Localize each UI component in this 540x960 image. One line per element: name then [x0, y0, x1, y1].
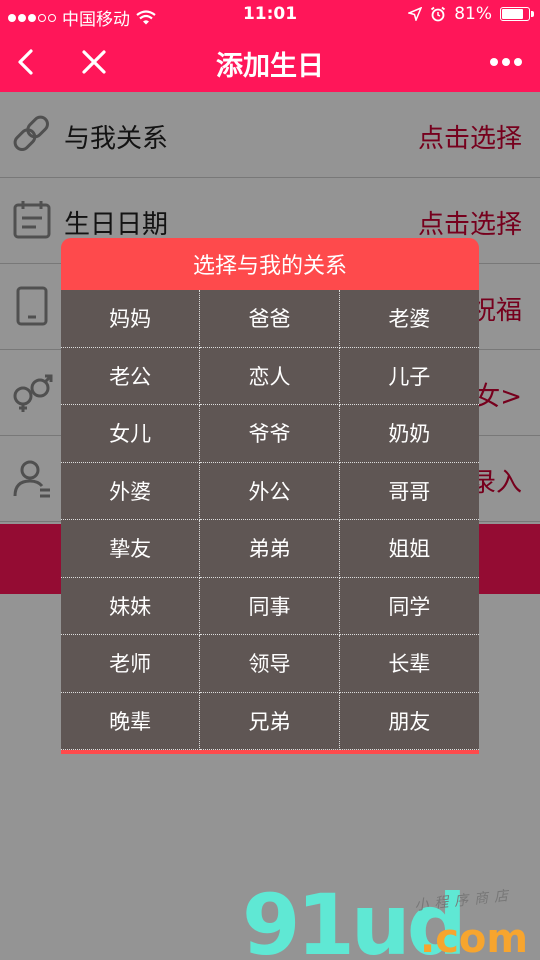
picker-option[interactable]: 兄弟: [200, 692, 340, 750]
battery-level: [502, 9, 523, 19]
picker-option[interactable]: 外婆: [61, 462, 201, 520]
picker-option[interactable]: 恋人: [200, 347, 340, 405]
watermark-logo: 91ud .com 小程序商店: [242, 880, 528, 960]
picker-option[interactable]: 奶奶: [339, 405, 479, 463]
battery-percent: 81%: [454, 4, 492, 24]
picker-option[interactable]: 同事: [200, 577, 340, 635]
picker-option[interactable]: 外公: [200, 462, 340, 520]
picker-option[interactable]: 晚辈: [61, 692, 201, 750]
picker-option[interactable]: 老公: [61, 347, 201, 405]
location-icon: [408, 7, 423, 21]
picker-option[interactable]: 长辈: [339, 635, 479, 693]
battery-icon: [500, 7, 534, 21]
picker-option[interactable]: 同学: [339, 578, 479, 635]
picker-option[interactable]: 爸爸: [200, 290, 340, 348]
nav-bar: 添加生日: [0, 30, 540, 92]
page-title: 添加生日: [216, 51, 324, 82]
picker-option[interactable]: 弟弟: [200, 520, 340, 578]
status-right: 81%: [408, 4, 534, 24]
more-icon: [490, 58, 522, 66]
alarm-icon: [431, 6, 446, 22]
watermark-suffix: .com: [420, 916, 528, 960]
more-button[interactable]: [484, 40, 528, 84]
picker-option[interactable]: 爷爷: [200, 405, 340, 463]
picker-option[interactable]: 朋友: [339, 693, 479, 750]
picker-option[interactable]: 姐姐: [339, 520, 479, 578]
picker-option[interactable]: 挚友: [61, 520, 201, 578]
picker-option[interactable]: 老婆: [339, 290, 479, 348]
picker-title: 选择与我的关系: [61, 238, 479, 290]
picker-option[interactable]: 领导: [200, 635, 340, 693]
picker-option[interactable]: 女儿: [61, 405, 201, 463]
picker-option[interactable]: 妈妈: [61, 290, 201, 348]
picker-grid: 妈妈 爸爸 老婆老公 恋人 儿子女儿 爷爷 奶奶外婆 外公 哥哥挚友 弟弟 姐姐妹妹 同事 同学老师 领导…: [61, 290, 479, 754]
relation-picker: 选择与我的关系 妈妈 爸爸 老婆老公 恋人 儿子女儿 爷爷 奶奶外婆 外公 哥哥挚友 弟弟 姐姐妹妹…: [61, 238, 479, 754]
picker-option[interactable]: 哥哥: [339, 463, 479, 520]
status-bar: 中国移动 11:01 81%: [0, 0, 540, 30]
picker-option[interactable]: 妹妹: [61, 577, 201, 635]
picker-option[interactable]: 儿子: [339, 348, 479, 405]
picker-option[interactable]: 老师: [61, 635, 201, 693]
